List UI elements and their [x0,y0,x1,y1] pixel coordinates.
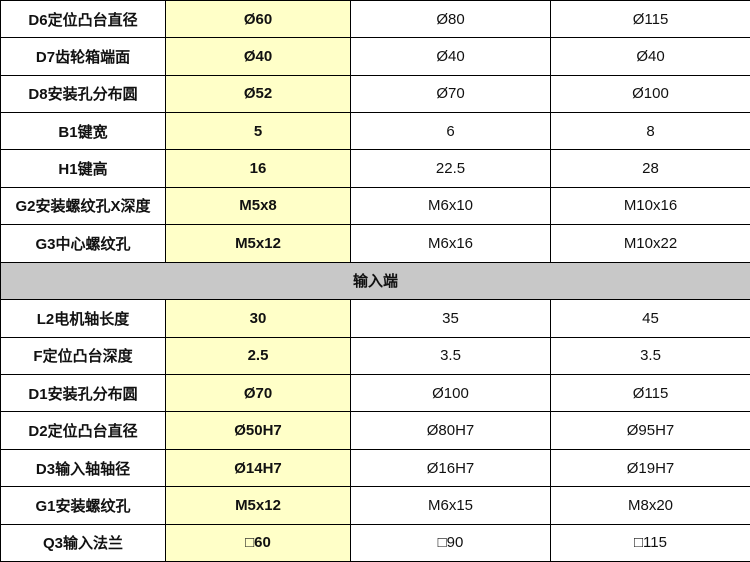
table-row: D6定位凸台直径 Ø60 Ø80 Ø115 [0,0,750,39]
table-row: G1安装螺纹孔 M5x12 M6x15 M8x20 [0,486,750,525]
cell-col-c: Ø95H7 [550,411,750,450]
cell-col-a: Ø60 [165,0,351,39]
cell-col-a: M5x12 [165,486,351,525]
row-label: B1键宽 [0,112,166,151]
row-label: D7齿轮箱端面 [0,37,166,76]
cell-col-b: 3.5 [350,336,551,376]
cell-col-a: Ø70 [165,374,351,413]
cell-col-c: M10x16 [550,186,750,226]
cell-col-b: M6x16 [350,224,551,263]
cell-col-b: □90 [350,523,551,562]
cell-col-a: Ø50H7 [165,411,351,450]
table-body: D6定位凸台直径 Ø60 Ø80 Ø115 D7齿轮箱端面 Ø40 Ø40 Ø4… [0,0,750,562]
row-label: L2电机轴长度 [0,299,166,338]
cell-col-b: Ø80 [350,0,551,39]
row-label: Q3输入法兰 [0,523,166,562]
table-row: B1键宽 5 6 8 [0,112,750,151]
cell-col-c: M10x22 [550,224,750,263]
cell-col-c: 45 [550,299,750,338]
cell-col-c: Ø100 [550,74,750,114]
cell-col-c: 28 [550,149,750,188]
cell-col-c: Ø40 [550,37,750,76]
cell-col-c: M8x20 [550,486,750,525]
cell-col-b: Ø40 [350,37,551,76]
cell-col-a: 2.5 [165,336,351,376]
table-row: H1键高 16 22.5 28 [0,149,750,188]
row-label: D2定位凸台直径 [0,411,166,450]
row-label: G1安装螺纹孔 [0,486,166,525]
cell-col-b: Ø80H7 [350,411,551,450]
cell-col-c: 8 [550,112,750,151]
row-label: D8安装孔分布圆 [0,74,166,114]
cell-col-b: 6 [350,112,551,151]
cell-col-b: Ø70 [350,74,551,114]
table-row: D2定位凸台直径 Ø50H7 Ø80H7 Ø95H7 [0,411,750,450]
cell-col-a: Ø40 [165,37,351,76]
table-row: Q3输入法兰 □60 □90 □115 [0,523,750,562]
section-header-row: 输入端 [0,261,750,301]
cell-col-a: M5x8 [165,186,351,226]
spec-table: D6定位凸台直径 Ø60 Ø80 Ø115 D7齿轮箱端面 Ø40 Ø40 Ø4… [0,0,750,562]
cell-col-b: M6x15 [350,486,551,525]
cell-col-c: Ø115 [550,0,750,39]
cell-col-b: 22.5 [350,149,551,188]
cell-col-b: M6x10 [350,186,551,226]
section-title: 输入端 [0,261,750,301]
row-label: D3输入轴轴径 [0,448,166,488]
table-row: F定位凸台深度 2.5 3.5 3.5 [0,336,750,376]
cell-col-a: Ø52 [165,74,351,114]
cell-col-a: M5x12 [165,224,351,263]
table-row: G2安装螺纹孔X深度 M5x8 M6x10 M10x16 [0,186,750,226]
table-row: D1安装孔分布圆 Ø70 Ø100 Ø115 [0,374,750,413]
cell-col-a: 16 [165,149,351,188]
row-label: D6定位凸台直径 [0,0,166,39]
table-row: D7齿轮箱端面 Ø40 Ø40 Ø40 [0,37,750,76]
cell-col-c: Ø19H7 [550,448,750,488]
table-row: D8安装孔分布圆 Ø52 Ø70 Ø100 [0,74,750,114]
cell-col-b: 35 [350,299,551,338]
row-label: G2安装螺纹孔X深度 [0,186,166,226]
cell-col-a: Ø14H7 [165,448,351,488]
cell-col-a: □60 [165,523,351,562]
table-row: L2电机轴长度 30 35 45 [0,299,750,338]
table-row: D3输入轴轴径 Ø14H7 Ø16H7 Ø19H7 [0,448,750,488]
table-row: G3中心螺纹孔 M5x12 M6x16 M10x22 [0,224,750,263]
cell-col-c: □115 [550,523,750,562]
cell-col-b: Ø100 [350,374,551,413]
row-label: D1安装孔分布圆 [0,374,166,413]
row-label: H1键高 [0,149,166,188]
cell-col-a: 5 [165,112,351,151]
cell-col-b: Ø16H7 [350,448,551,488]
cell-col-c: 3.5 [550,336,750,376]
cell-col-c: Ø115 [550,374,750,413]
row-label: F定位凸台深度 [0,336,166,376]
cell-col-a: 30 [165,299,351,338]
row-label: G3中心螺纹孔 [0,224,166,263]
